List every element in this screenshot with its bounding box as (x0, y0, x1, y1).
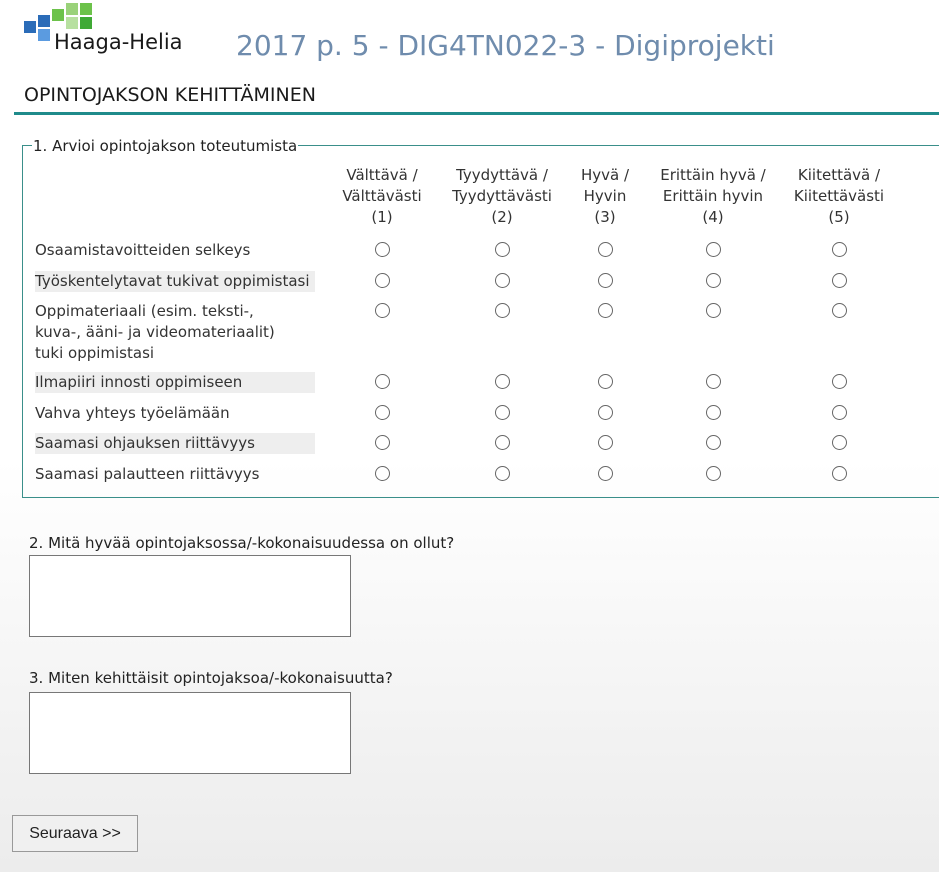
rating-radio-button[interactable] (374, 242, 390, 257)
rating-radio-button[interactable] (494, 374, 510, 389)
rating-row-label: Osaamistavoitteiden selkeys (35, 241, 251, 259)
rating-column-header-line: Kiitettävä / (797, 166, 881, 184)
rating-radio-button[interactable] (705, 374, 721, 389)
rating-column-header-line: Kiitettävästi (793, 187, 885, 205)
rating-column-header-line: (3) (594, 208, 616, 226)
question-3-label: 3. Miten kehittäisit opintojaksoa/-kokon… (29, 669, 393, 687)
question-2-textarea[interactable] (29, 555, 351, 637)
rating-column-header: Hyvä / Hyvin (3) (565, 165, 645, 228)
rating-radio-button[interactable] (374, 435, 390, 450)
rating-radio-button[interactable] (494, 466, 510, 481)
rating-radio-button[interactable] (705, 273, 721, 288)
rating-radio-button[interactable] (597, 374, 613, 389)
rating-radio-button[interactable] (597, 435, 613, 450)
section-divider (14, 112, 939, 115)
page-title: 2017 p. 5 - DIG4TN022-3 - Digiprojekti (236, 29, 775, 62)
question-1-legend: 1. Arvioi opintojakson toteutumista (32, 137, 299, 155)
logo-text: Haaga-Helia (54, 30, 183, 54)
rating-radio-button[interactable] (494, 405, 510, 420)
rating-column-header: Välttävä / Välttävästi (1) (322, 165, 442, 228)
rating-radio-button[interactable] (494, 273, 510, 288)
rating-radio-button[interactable] (374, 273, 390, 288)
rating-radio-button[interactable] (831, 405, 847, 420)
rating-radio-button[interactable] (831, 303, 847, 318)
rating-radio-button[interactable] (705, 242, 721, 257)
rating-radio-button[interactable] (831, 374, 847, 389)
rating-radio-button[interactable] (374, 466, 390, 481)
rating-column-header-line: Tyydyttävä / (456, 166, 548, 184)
question-3-textarea[interactable] (29, 692, 351, 774)
next-button[interactable]: Seuraava >> (12, 815, 138, 852)
rating-column-header-line: Hyvin (583, 187, 627, 205)
rating-radio-button[interactable] (374, 303, 390, 318)
rating-radio-button[interactable] (705, 466, 721, 481)
rating-row-label: Saamasi ohjauksen riittävyys (35, 433, 315, 454)
rating-column-header: Kiitettävä / Kiitettävästi (5) (779, 165, 899, 228)
rating-radio-button[interactable] (831, 466, 847, 481)
rating-column-header-line: (5) (828, 208, 850, 226)
rating-radio-button[interactable] (705, 405, 721, 420)
rating-radio-button[interactable] (705, 303, 721, 318)
rating-column-header: Tyydyttävä / Tyydyttävästi (2) (437, 165, 567, 228)
rating-row-label: Saamasi palautteen riittävyys (35, 465, 260, 483)
rating-column-header-line: Välttävästi (342, 187, 422, 205)
rating-radio-button[interactable] (831, 242, 847, 257)
rating-radio-button[interactable] (494, 435, 510, 450)
rating-radio-button[interactable] (374, 374, 390, 389)
rating-radio-button[interactable] (831, 435, 847, 450)
rating-column-header-line: Erittäin hyvin (662, 187, 764, 205)
rating-column-header: Erittäin hyvä / Erittäin hyvin (4) (648, 165, 778, 228)
rating-column-header-line: Välttävä / (346, 166, 418, 184)
rating-radio-button[interactable] (494, 303, 510, 318)
rating-radio-button[interactable] (597, 405, 613, 420)
rating-radio-button[interactable] (494, 242, 510, 257)
rating-radio-button[interactable] (597, 303, 613, 318)
rating-column-header-line: Erittäin hyvä / (660, 166, 766, 184)
rating-radio-button[interactable] (597, 466, 613, 481)
section-title: OPINTOJAKSON KEHITTÄMINEN (24, 84, 316, 106)
rating-row-label: Työskentelytavat tukivat oppimistasi (35, 271, 315, 292)
rating-radio-button[interactable] (831, 273, 847, 288)
rating-radio-button[interactable] (597, 273, 613, 288)
question-2-label: 2. Mitä hyvää opintojaksossa/-kokonaisuu… (29, 534, 455, 552)
rating-radio-button[interactable] (705, 435, 721, 450)
rating-radio-button[interactable] (597, 242, 613, 257)
rating-row-label: Ilmapiiri innosti oppimiseen (35, 372, 315, 393)
rating-column-header-line: (2) (491, 208, 513, 226)
rating-column-header-line: Tyydyttävästi (452, 187, 552, 205)
rating-row-label: Vahva yhteys työelämään (35, 404, 230, 422)
rating-row-label: Oppimateriaali (esim. teksti-, kuva-, ää… (35, 302, 275, 362)
rating-column-header-line: (4) (702, 208, 724, 226)
rating-column-header-line: Hyvä / (580, 166, 630, 184)
rating-radio-button[interactable] (374, 405, 390, 420)
rating-column-header-line: (1) (371, 208, 393, 226)
